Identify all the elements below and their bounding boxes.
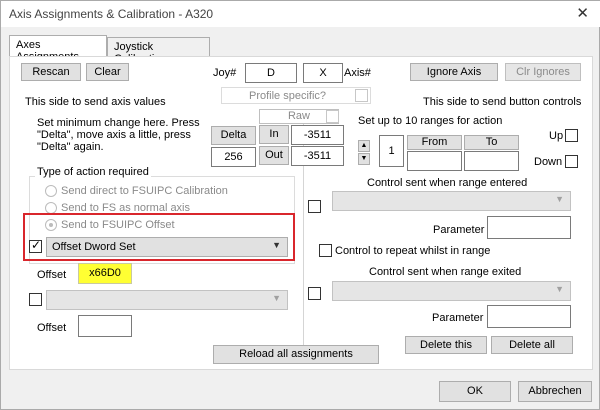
ok-button[interactable]: OK — [439, 381, 511, 402]
control-entered-label: Control sent when range entered — [367, 177, 528, 189]
parameter-label: Parameter — [433, 224, 485, 236]
in-value-field: -3511 — [291, 125, 344, 145]
profile-specific-checkbox[interactable] — [355, 89, 368, 102]
offset-action-value: Offset Dword Set — [52, 241, 136, 253]
raw-checkbox[interactable] — [326, 110, 339, 123]
right-side-heading: This side to send button controls — [423, 96, 582, 108]
parameter2-field[interactable] — [487, 305, 571, 328]
from-value-field[interactable] — [407, 151, 462, 171]
offset2-label: Offset — [37, 322, 67, 334]
joy-number-field[interactable]: D — [245, 63, 297, 83]
reload-all-assignments-button[interactable]: Reload all assignments — [213, 345, 379, 364]
parameter2-label: Parameter — [432, 312, 484, 324]
close-icon[interactable]: ✕ — [576, 4, 589, 22]
control-exited-label: Control sent when range exited — [369, 266, 522, 278]
delta-instruction-line-2: "Delta", move axis a little, press — [37, 129, 191, 141]
chevron-down-icon: ▼ — [272, 240, 281, 250]
delta-instruction-line-1: Set minimum change here. Press — [37, 117, 200, 129]
offset2-value-field[interactable] — [78, 315, 132, 337]
parameter-field[interactable] — [487, 216, 571, 239]
from-button[interactable]: From — [407, 135, 462, 150]
ranges-label: Set up to 10 ranges for action — [358, 115, 503, 127]
cancel-button[interactable]: Abbrechen — [518, 381, 592, 402]
profile-specific-label: Profile specific? — [249, 90, 327, 102]
window-title: Axis Assignments & Calibration - A320 — [9, 7, 214, 21]
delta-instruction-line-3: "Delta" again. — [37, 141, 104, 153]
control-exited-dropdown[interactable]: ▼ — [332, 281, 571, 301]
radio-send-offset[interactable] — [45, 219, 57, 231]
left-side-heading: This side to send axis values — [25, 96, 166, 108]
ignore-axis-button[interactable]: Ignore Axis — [410, 63, 498, 81]
radio-send-direct[interactable] — [45, 185, 57, 197]
range-index-field[interactable]: 1 — [379, 135, 404, 167]
offset-action-checkbox[interactable] — [29, 238, 42, 253]
radio-send-offset-label: Send to FSUIPC Offset — [61, 219, 175, 231]
clr-ignores-button[interactable]: Clr Ignores — [505, 63, 581, 81]
range-up-arrow[interactable]: ▲ — [358, 140, 370, 152]
axis-label: Axis# — [344, 67, 371, 79]
axis-number-field[interactable]: X — [303, 63, 343, 83]
in-label: In — [259, 125, 289, 144]
clear-button[interactable]: Clear — [86, 63, 129, 81]
offset-action-dropdown[interactable]: Offset Dword Set ▼ — [46, 237, 288, 257]
tab-joystick-calibration[interactable]: Joystick Calibration — [107, 37, 210, 65]
joy-label: Joy# — [213, 67, 237, 79]
chevron-down-icon: ▼ — [555, 194, 564, 204]
delta-button[interactable]: Delta — [211, 126, 256, 145]
up-checkbox[interactable] — [565, 129, 578, 142]
title-bar: Axis Assignments & Calibration - A320 ✕ — [1, 1, 600, 27]
repeat-checkbox[interactable] — [319, 244, 332, 257]
range-down-arrow[interactable]: ▼ — [358, 153, 370, 165]
tab-axes-assignments[interactable]: Axes Assignments — [9, 35, 107, 63]
second-action-dropdown[interactable]: ▼ — [46, 290, 288, 310]
control-exited-checkbox[interactable] — [308, 287, 321, 300]
offset-value-field[interactable]: x66D0 — [78, 263, 132, 284]
chevron-down-icon: ▼ — [272, 293, 281, 303]
control-entered-checkbox[interactable] — [308, 200, 321, 213]
dialog-window: Axis Assignments & Calibration - A320 ✕ … — [0, 0, 600, 410]
delete-all-button[interactable]: Delete all — [491, 336, 573, 354]
to-button[interactable]: To — [464, 135, 519, 150]
delete-this-button[interactable]: Delete this — [405, 336, 487, 354]
delta-value-field[interactable]: 256 — [211, 147, 256, 167]
action-type-heading: Type of action required — [35, 166, 151, 178]
chevron-down-icon: ▼ — [555, 284, 564, 294]
out-value-field: -3511 — [291, 146, 344, 166]
down-label: Down — [534, 156, 563, 168]
rescan-button[interactable]: Rescan — [21, 63, 81, 81]
radio-send-direct-label: Send direct to FSUIPC Calibration — [61, 185, 228, 197]
offset-label: Offset — [37, 269, 67, 281]
out-label: Out — [259, 146, 289, 165]
to-value-field[interactable] — [464, 151, 519, 171]
up-label: Up — [549, 130, 564, 142]
control-entered-dropdown[interactable]: ▼ — [332, 191, 571, 211]
repeat-label: Control to repeat whilst in range — [335, 245, 491, 257]
second-action-checkbox[interactable] — [29, 293, 42, 306]
down-checkbox[interactable] — [565, 155, 578, 168]
